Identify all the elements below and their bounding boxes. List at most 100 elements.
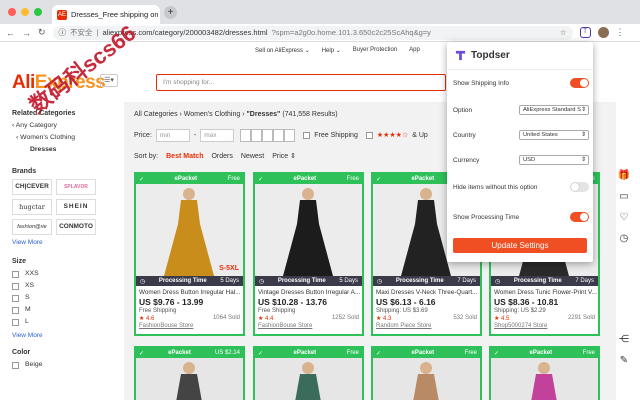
price-min-input[interactable]: min [155,128,190,142]
message-icon[interactable]: ▭ [619,191,628,202]
color-option[interactable]: Beige [12,359,122,371]
topnav-buyer-protection[interactable]: Buyer Protection [353,47,397,53]
rating-checkbox[interactable] [365,131,373,139]
view-toggle-segment[interactable] [262,128,274,142]
browser-menu-icon[interactable]: ⋮ [616,27,625,38]
store-link[interactable]: FashionBouse Store [136,322,243,330]
product-card[interactable]: ✓ ePacket US $2.14 [134,346,245,400]
maximize-window-icon[interactable] [34,8,42,16]
brand-tile[interactable]: hugctar [12,199,52,215]
brand-tile[interactable]: SPLAVOR [56,179,96,195]
product-card[interactable]: ✓ ePacket Free [253,346,364,400]
brand-tile[interactable]: SHEIN [56,199,96,215]
view-toggle-segment[interactable] [240,128,252,142]
new-tab-button[interactable]: + [164,6,177,19]
view-toggle-segment[interactable] [284,128,296,142]
product-card[interactable]: ✓ ePacket Free [489,346,600,400]
checkbox[interactable] [12,282,19,290]
gift-icon[interactable]: 🎁 [618,170,630,181]
shipping-badge-bar: ✓ePacketFree [255,348,362,358]
show-processing-toggle[interactable] [570,212,589,222]
checkbox[interactable] [12,270,19,278]
country-select[interactable]: United States ⇕ [519,130,589,140]
minimize-window-icon[interactable] [21,8,29,16]
size-option[interactable]: S [12,292,122,304]
breadcrumb-path[interactable]: All Categories › Women's Clothing › [134,111,246,118]
product-title[interactable]: Vintage Dresses Button Irregular A... [255,286,362,297]
store-link[interactable]: Random Piece Store [373,322,480,330]
profile-avatar[interactable] [597,27,609,38]
category-link-any[interactable]: ‹ Any Category [12,120,122,132]
info-icon[interactable]: ⓘ [59,27,67,38]
product-card[interactable]: ✓ ePacket Free S-5XL ◷ Processing Time 5 Days W… [134,172,245,336]
address-bar[interactable]: ⓘ 不安全 | aliexpress.com/category/20000348… [52,25,573,40]
processing-time-bar: ◷ Processing Time 7 Days [491,276,598,286]
category-link-womens[interactable]: ‹ Women's Clothing [12,132,122,144]
free-shipping-checkbox[interactable] [303,131,311,139]
sort-price[interactable]: Price ⇕ [272,152,296,160]
brand-tile[interactable]: fashion@rie [12,219,52,235]
wishlist-heart-icon[interactable]: ♡ [620,212,629,223]
sort-orders[interactable]: Orders [211,153,232,160]
back-arrow-icon[interactable]: ← [6,28,15,38]
free-shipping-label: Free Shipping [314,131,358,139]
browser-tab[interactable]: AE Dresses_Free shipping on Dres × [52,5,160,24]
product-card[interactable]: ✓ ePacket Free ◷ Processing Time 5 Days Vintag… [253,172,364,336]
size-option[interactable]: L [12,316,122,328]
product-card[interactable]: ✓ ePacket Free [371,346,482,400]
checkbox[interactable] [12,306,19,314]
processing-days: 5 Days [220,278,239,284]
size-view-more-link[interactable]: View More [12,332,122,339]
view-toggle-segment[interactable] [251,128,263,142]
topnav-help[interactable]: Help ⌄ [322,47,341,54]
topnav-app[interactable]: App [409,47,420,53]
topdser-extension-icon[interactable]: T [579,27,591,38]
product-rating: ★ 4.3 [376,316,392,322]
product-title[interactable]: Women Dress Button Irregular Hal... [136,286,243,297]
reload-icon[interactable]: ↻ [38,27,46,38]
store-link[interactable]: Shop5000274 Store [491,322,598,330]
forward-arrow-icon[interactable]: → [22,28,31,38]
price-max-input[interactable]: max [200,128,235,142]
product-title[interactable]: Maxi Dresses V-Neck Three-Quart... [373,286,480,297]
product-price: US $9.76 - 13.99 [139,297,204,307]
close-window-icon[interactable] [8,8,16,16]
product-image[interactable] [255,184,362,276]
size-option[interactable]: M [12,304,122,316]
shipping-badge-bar: ✓ePacketFree [491,348,598,358]
sort-newest[interactable]: Newest [241,153,264,160]
rating-row: ★ 4.4 1252 Sold [255,315,362,322]
update-settings-button[interactable]: Update Settings [453,238,587,253]
bookmark-star-icon[interactable]: ☆ [560,28,567,37]
view-toggle-segment[interactable] [273,128,285,142]
currency-select[interactable]: USD ⇕ [519,155,589,165]
brands-view-more-link[interactable]: View More [12,239,122,246]
product-image[interactable]: S-5XL [136,184,243,276]
dress-illustration [255,358,362,400]
share-icon[interactable]: ⋲ [619,334,629,345]
history-clock-icon[interactable]: ◷ [620,233,629,244]
brand-tile[interactable]: CH|CEVER [12,179,52,195]
option-select[interactable]: AliExpress Standard S ⇕ [519,105,589,115]
size-option[interactable]: XXS [12,268,122,280]
right-float-bar: 🎁 ▭ ♡ ◷ ⋲ ✎ [616,170,632,386]
checkbox[interactable] [12,361,19,369]
shipping-badge-bar: ✓ePacketFree [255,174,362,184]
feedback-edit-icon[interactable]: ✎ [620,355,628,366]
show-shipping-toggle[interactable] [570,78,589,88]
store-link[interactable]: FashionBouse Store [255,322,362,330]
aliexpress-logo[interactable]: AliExpress [12,72,106,94]
size-option[interactable]: XS [12,280,122,292]
sort-best-match[interactable]: Best Match [166,153,203,160]
category-menu-icon[interactable]: ☰▾ [100,74,118,87]
checkbox[interactable] [12,294,19,302]
search-input[interactable]: I'm shopping for... [156,74,446,91]
product-title[interactable]: Women Dress Tunic Flower-Print V... [491,286,598,297]
brand-tile[interactable]: CONMOTO [56,219,96,235]
checkbox[interactable] [12,318,19,326]
topnav-sell[interactable]: Sell on AliExpress ⌄ [255,47,310,54]
dress-illustration [373,358,480,400]
color-heading: Color [12,349,31,356]
hide-items-toggle[interactable] [570,182,589,192]
url-main: aliexpress.com/category/200003482/dresse… [102,28,268,37]
